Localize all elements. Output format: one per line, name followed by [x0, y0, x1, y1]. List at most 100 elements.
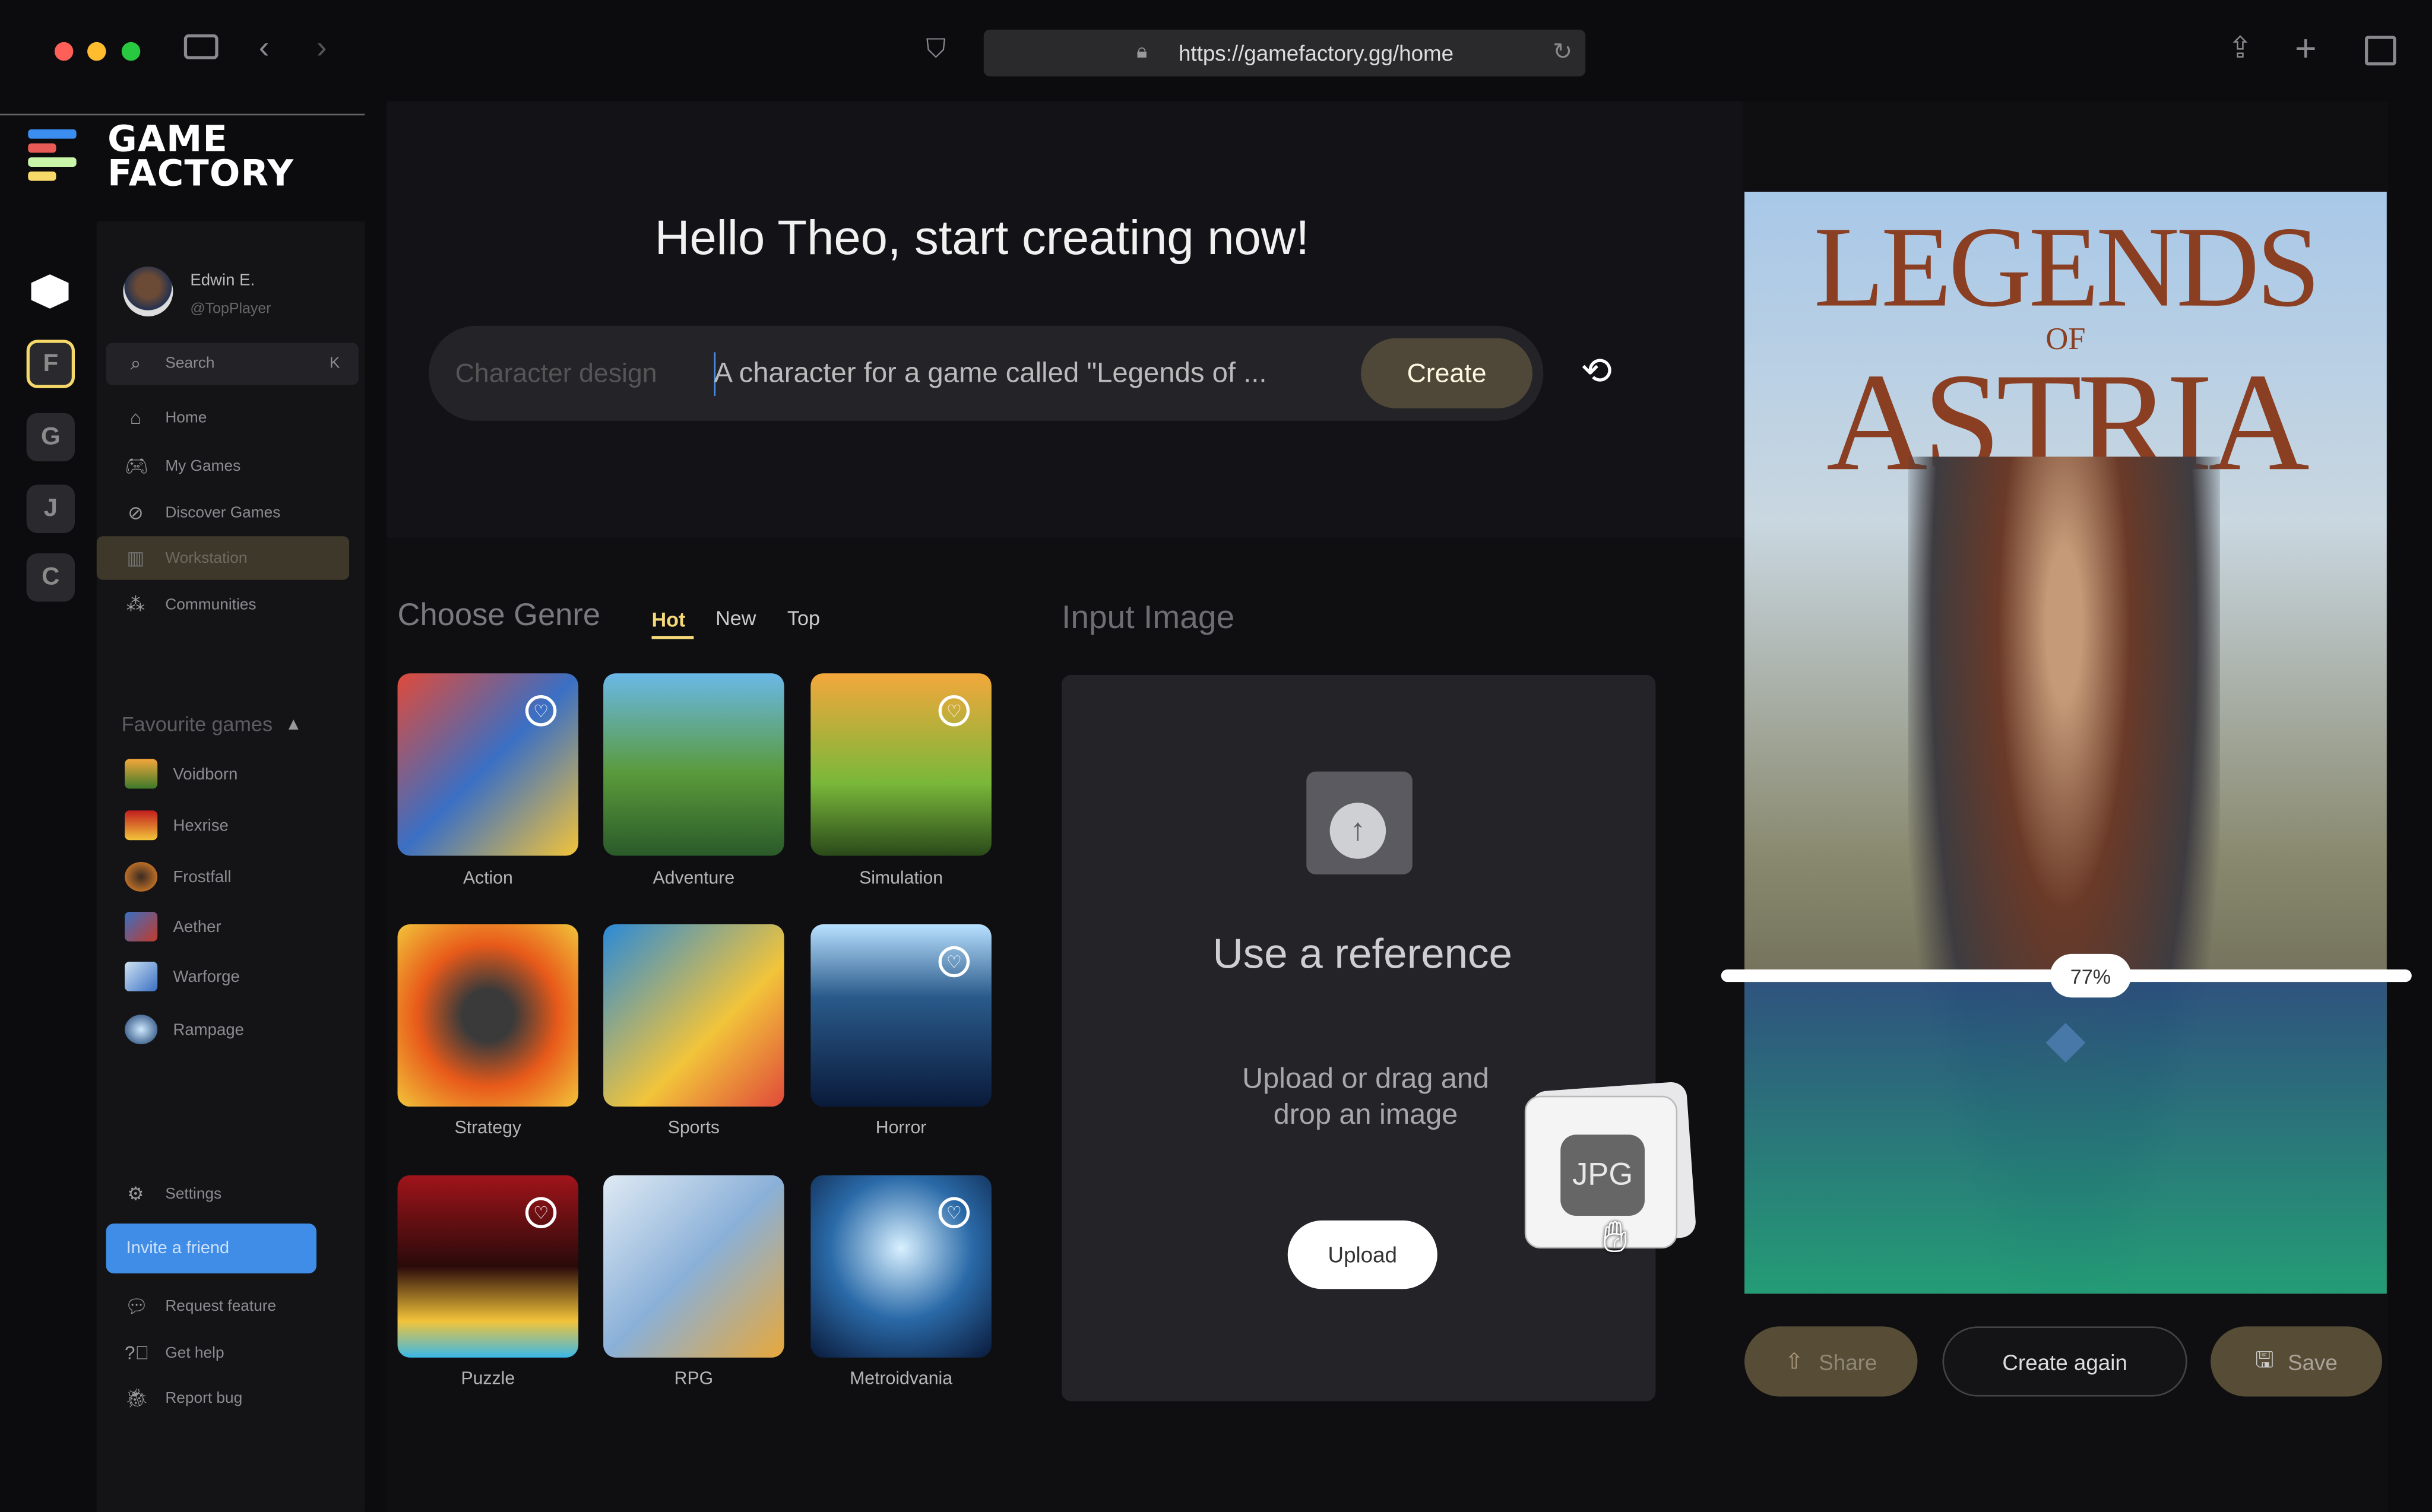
favourite-voidborn[interactable]: Voidborn — [125, 759, 238, 789]
heart-icon[interactable]: ♡ — [938, 695, 970, 727]
grab-hand-icon: ✋︎ — [1603, 1212, 1628, 1261]
genre-card-puzzle[interactable]: ♡ — [397, 1175, 579, 1358]
sidebar-item-request-feature[interactable]: 💬︎ Request feature — [106, 1286, 350, 1326]
generated-image: LEGENDS OF ASTRIA — [1744, 191, 2387, 1294]
prompt-category[interactable]: Character design — [455, 359, 657, 390]
community-icon: ⁂ — [126, 594, 145, 616]
genre-label: Horror — [875, 1119, 927, 1138]
favourite-hexrise[interactable]: Hexrise — [125, 810, 229, 841]
logo-icon — [28, 129, 77, 181]
compass-icon: ⊘ — [128, 502, 144, 524]
nav-label: Workstation — [165, 549, 248, 567]
share-label: Share — [1819, 1349, 1877, 1374]
sidebar-toggle-icon[interactable] — [183, 34, 218, 59]
genre-card-adventure[interactable] — [603, 673, 784, 856]
forward-icon[interactable]: › — [316, 31, 327, 67]
favourite-label: Voidborn — [173, 764, 238, 784]
home-icon: ⌂ — [129, 407, 141, 429]
nav-label: Report bug — [165, 1389, 243, 1407]
genre-card-simulation[interactable]: ♡ — [810, 673, 992, 856]
minimize-window-button[interactable] — [87, 42, 106, 61]
sidebar-item-discover-games[interactable]: ⊘ Discover Games — [106, 493, 350, 533]
rail-item-c[interactable]: C — [26, 553, 75, 602]
tabs-overview-icon[interactable] — [2365, 36, 2396, 66]
rail-item-g[interactable]: G — [26, 413, 75, 462]
heart-icon[interactable]: ♡ — [525, 1197, 557, 1228]
tab-hot[interactable]: Hot — [652, 608, 686, 631]
chat-bubble-icon: 💬︎ — [125, 1295, 149, 1317]
back-icon[interactable]: ‹ — [259, 31, 270, 67]
new-tab-icon[interactable]: + — [2295, 28, 2317, 72]
genre-card-rpg[interactable] — [603, 1175, 784, 1358]
sidebar-item-home[interactable]: ⌂ Home — [106, 398, 350, 438]
rail-item-j[interactable]: J — [26, 484, 75, 533]
genre-card-action[interactable]: ♡ — [397, 673, 579, 856]
favourite-label: Rampage — [173, 1020, 244, 1039]
sidebar-item-my-games[interactable]: 🎮︎ My Games — [106, 446, 350, 486]
favourite-label: Warforge — [173, 967, 240, 986]
invite-friend-button[interactable]: Invite a friend — [106, 1223, 316, 1274]
favourite-label: Aether — [173, 917, 221, 936]
poster-title: LEGENDS — [1813, 204, 2321, 332]
hero-panel — [387, 101, 1743, 538]
save-label: Save — [2288, 1349, 2338, 1374]
chevron-up-icon[interactable]: ▲ — [285, 715, 302, 734]
reload-icon[interactable]: ↻ — [1553, 37, 1572, 66]
genre-label: Adventure — [653, 870, 735, 889]
game-thumbnail — [125, 911, 158, 942]
create-button[interactable]: Create — [1361, 338, 1532, 408]
share-page-icon[interactable]: ⇪ — [2228, 31, 2253, 67]
heart-icon[interactable]: ♡ — [525, 695, 557, 727]
create-hex-icon[interactable] — [31, 274, 69, 309]
genre-label: Action — [463, 870, 513, 889]
sidebar-item-communities[interactable]: ⁂ Communities — [106, 585, 350, 625]
close-window-button[interactable] — [54, 42, 74, 61]
search-icon: ⌕ — [130, 352, 141, 375]
genre-card-sports[interactable] — [603, 924, 784, 1107]
bug-icon: 🐞︎ — [125, 1387, 149, 1409]
genre-label: Puzzle — [461, 1370, 515, 1389]
reference-heading: Use a reference — [1212, 930, 1512, 978]
jpg-file-icon: JPG — [1524, 1095, 1678, 1249]
upload-button[interactable]: Upload — [1287, 1220, 1437, 1289]
maximize-window-button[interactable] — [121, 42, 141, 61]
nav-label: Communities — [165, 596, 256, 614]
active-tab-underline — [651, 636, 694, 639]
genre-card-horror[interactable]: ♡ — [810, 924, 992, 1107]
sidebar-item-get-help[interactable]: ?⃝ Get help — [106, 1333, 350, 1373]
sidebar-item-settings[interactable]: ⚙ Settings — [106, 1174, 350, 1214]
nav-label: Discover Games — [165, 504, 281, 522]
lock-icon: 🔒︎ — [1136, 39, 1148, 63]
input-image-title: Input Image — [1062, 600, 1235, 636]
save-button[interactable]: 🖫 Save — [2211, 1326, 2382, 1397]
history-icon[interactable]: ⟲ — [1581, 349, 1612, 394]
brand-line-2: FACTORY — [107, 154, 294, 195]
prompt-input[interactable]: A character for a game called "Legends o… — [714, 357, 1267, 389]
genre-card-metroidvania[interactable]: ♡ — [810, 1175, 992, 1358]
favourites-header[interactable]: Favourite games ▲ — [122, 712, 302, 736]
nav-label: Home — [165, 409, 207, 427]
create-again-button[interactable]: Create again — [1942, 1326, 2187, 1397]
favourite-warforge[interactable]: Warforge — [125, 961, 240, 991]
shield-icon[interactable]: ⛉ — [926, 34, 946, 66]
heart-icon[interactable]: ♡ — [938, 1197, 970, 1228]
favourite-frostfall[interactable]: Frostfall — [125, 861, 231, 892]
avatar[interactable] — [123, 266, 173, 316]
share-button[interactable]: ⇧ Share — [1744, 1326, 1918, 1397]
favourite-rampage[interactable]: Rampage — [125, 1015, 244, 1045]
url-bar[interactable]: 🔒︎ https://gamefactory.gg/home ↻ — [983, 29, 1586, 77]
search-input[interactable]: ⌕ Search K — [106, 343, 359, 385]
sidebar-item-report-bug[interactable]: 🐞︎ Report bug — [106, 1378, 350, 1418]
favourite-aether[interactable]: Aether — [125, 911, 221, 942]
floppy-save-icon: 🖫 — [2255, 1346, 2274, 1371]
game-thumbnail — [125, 1015, 158, 1045]
favourite-label: Hexrise — [173, 816, 229, 835]
sidebar-item-workstation[interactable]: ▥ Workstation — [96, 536, 350, 580]
tab-top[interactable]: Top — [787, 606, 820, 629]
genre-card-strategy[interactable] — [397, 924, 579, 1107]
layout-icon: ▥ — [126, 547, 145, 569]
heart-icon[interactable]: ♡ — [938, 946, 970, 978]
game-thumbnail — [125, 759, 158, 789]
tab-new[interactable]: New — [715, 606, 756, 629]
rail-item-f[interactable]: F — [26, 340, 75, 388]
